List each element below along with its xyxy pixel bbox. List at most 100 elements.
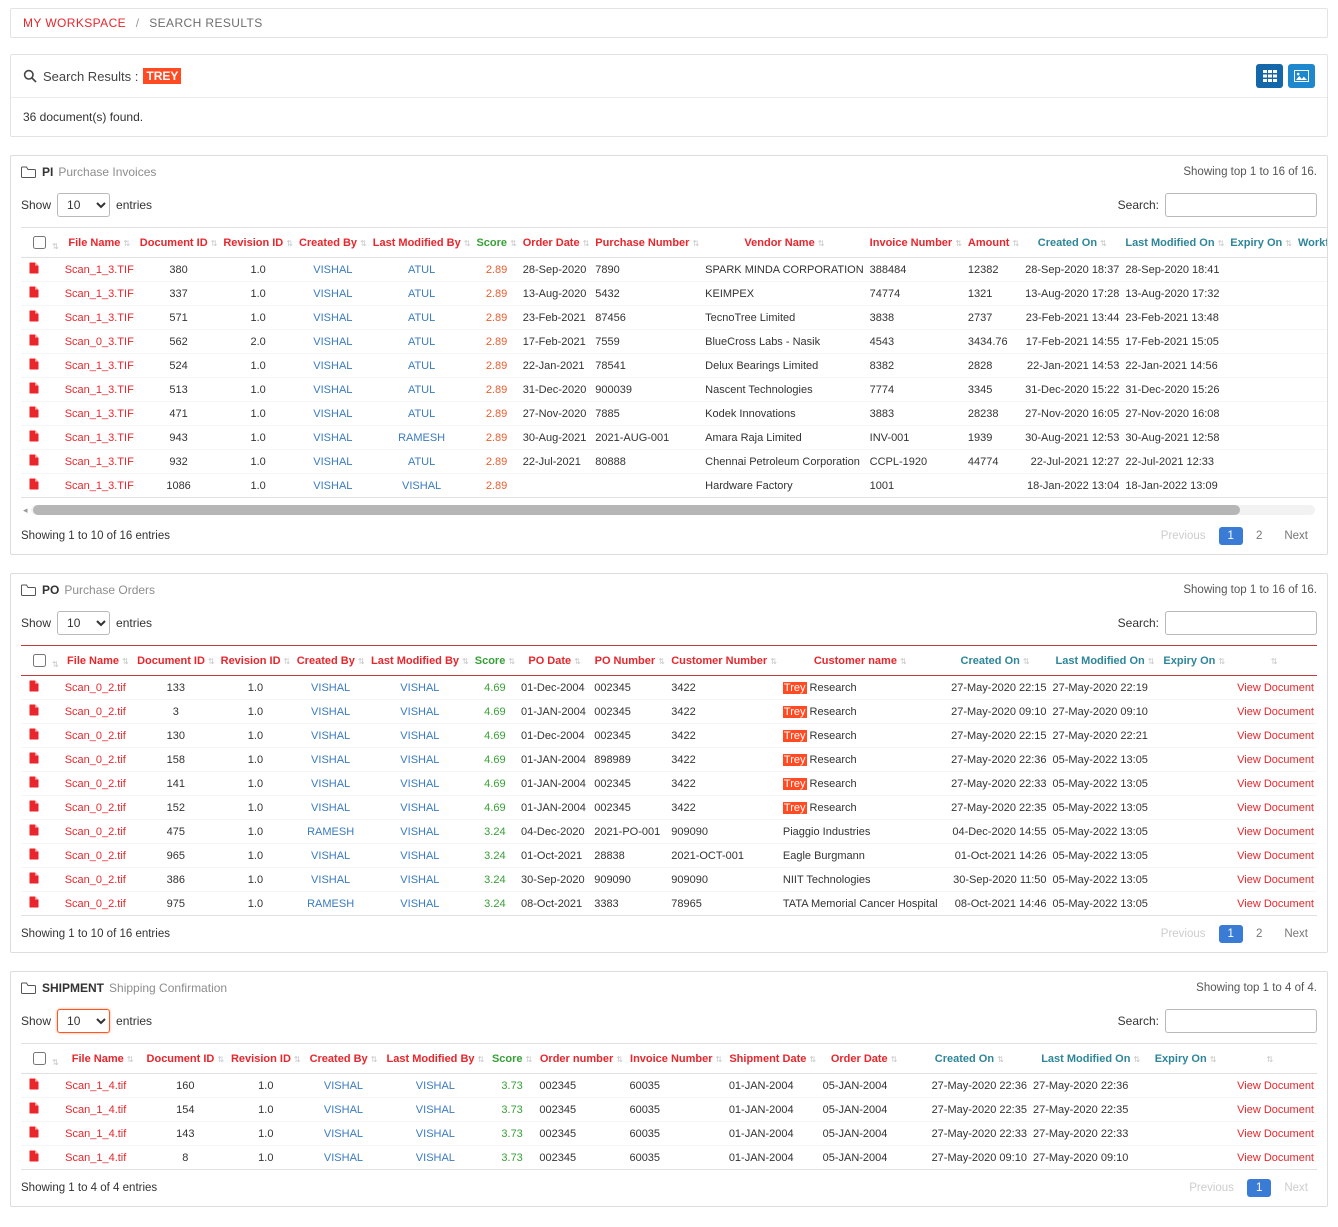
pagination-page-1[interactable]: 1 <box>1247 1179 1271 1197</box>
document-icon-cell[interactable] <box>21 426 62 450</box>
column-header[interactable]: Expiry On⇅ <box>1160 646 1228 676</box>
column-header[interactable]: ⇅ <box>1220 1044 1317 1074</box>
scrollbar-track[interactable] <box>31 505 1315 515</box>
column-header[interactable]: Workflow Stat⇅ <box>1295 228 1327 258</box>
file-name-link[interactable]: Scan_1_3.TIF <box>62 474 137 498</box>
file-name-link[interactable]: Scan_0_2.tif <box>62 868 134 892</box>
view-document-link[interactable]: View Document <box>1220 1122 1317 1146</box>
view-document-link[interactable]: View Document <box>1228 700 1317 724</box>
file-name-link[interactable]: Scan_1_4.tif <box>62 1098 143 1122</box>
file-name-link[interactable]: Scan_1_4.tif <box>62 1146 143 1170</box>
document-icon-cell[interactable] <box>21 306 62 330</box>
file-name-link[interactable]: Scan_0_2.tif <box>62 892 134 916</box>
document-icon-cell[interactable] <box>21 474 62 498</box>
file-name-link[interactable]: Scan_0_2.tif <box>62 724 134 748</box>
column-header[interactable]: Shipment Date⇅ <box>726 1044 820 1074</box>
column-header[interactable]: Last Modified By⇅ <box>368 646 472 676</box>
column-header[interactable]: File Name⇅ <box>62 646 134 676</box>
view-document-link[interactable]: View Document <box>1228 844 1317 868</box>
pagination-page-1[interactable]: 1 <box>1219 527 1243 545</box>
breadcrumb-workspace-link[interactable]: MY WORKSPACE <box>23 16 126 30</box>
document-icon-cell[interactable] <box>21 450 62 474</box>
document-icon-cell[interactable] <box>21 1122 62 1146</box>
select-all-checkbox[interactable] <box>33 236 46 249</box>
column-header[interactable]: File Name⇅ <box>62 1044 143 1074</box>
file-name-link[interactable]: Scan_0_2.tif <box>62 844 134 868</box>
document-icon-cell[interactable] <box>21 1098 62 1122</box>
file-name-link[interactable]: Scan_1_3.TIF <box>62 282 137 306</box>
table-search-input[interactable] <box>1165 611 1317 635</box>
file-name-link[interactable]: Scan_1_4.tif <box>62 1074 143 1098</box>
column-header[interactable]: Last Modified On⇅ <box>1122 228 1227 258</box>
document-icon-cell[interactable] <box>21 1074 62 1098</box>
file-name-link[interactable]: Scan_0_2.tif <box>62 772 134 796</box>
column-header[interactable]: Created On⇅ <box>909 1044 1030 1074</box>
column-header[interactable]: Last Modified By⇅ <box>370 228 474 258</box>
column-header[interactable]: Expiry On⇅ <box>1227 228 1295 258</box>
column-header[interactable]: Order number⇅ <box>536 1044 626 1074</box>
file-name-link[interactable]: Scan_0_2.tif <box>62 748 134 772</box>
table-search-input[interactable] <box>1165 193 1317 217</box>
file-name-link[interactable]: Scan_0_2.tif <box>62 796 134 820</box>
file-name-link[interactable]: Scan_1_3.TIF <box>62 450 137 474</box>
document-icon-cell[interactable] <box>21 748 62 772</box>
column-header[interactable]: Created By⇅ <box>293 646 368 676</box>
file-name-link[interactable]: Scan_1_3.TIF <box>62 426 137 450</box>
view-document-link[interactable]: View Document <box>1228 724 1317 748</box>
page-size-select[interactable]: 10 <box>57 1009 110 1033</box>
column-header[interactable]: Expiry On⇅ <box>1151 1044 1219 1074</box>
page-size-select[interactable]: 10 <box>57 611 110 635</box>
column-header[interactable]: Last Modified By⇅ <box>383 1044 488 1074</box>
scroll-left-arrow-icon[interactable]: ◂ <box>23 505 28 516</box>
column-header[interactable]: Invoice Number⇅ <box>867 228 965 258</box>
image-view-button[interactable] <box>1288 64 1315 88</box>
document-icon-cell[interactable] <box>21 796 62 820</box>
document-icon-cell[interactable] <box>21 676 62 700</box>
column-header[interactable]: Revision ID⇅ <box>228 1044 304 1074</box>
horizontal-scrollbar[interactable]: ◂ <box>23 504 1315 516</box>
pagination-previous[interactable]: Previous <box>1180 1179 1243 1197</box>
column-header[interactable]: Last Modified On⇅ <box>1030 1044 1151 1074</box>
column-header[interactable]: Created On⇅ <box>941 646 1050 676</box>
select-all-checkbox[interactable] <box>33 654 46 667</box>
file-name-link[interactable]: Scan_0_2.tif <box>62 676 134 700</box>
view-document-link[interactable]: View Document <box>1228 748 1317 772</box>
pagination-page-1[interactable]: 1 <box>1219 925 1243 943</box>
file-name-link[interactable]: Scan_1_3.TIF <box>62 378 137 402</box>
document-icon-cell[interactable] <box>21 724 62 748</box>
view-document-link[interactable]: View Document <box>1228 868 1317 892</box>
pagination-next[interactable]: Next <box>1275 925 1317 943</box>
pagination-previous[interactable]: Previous <box>1152 925 1215 943</box>
view-document-link[interactable]: View Document <box>1228 820 1317 844</box>
document-icon-cell[interactable] <box>21 354 62 378</box>
column-header[interactable]: Revision ID⇅ <box>220 228 296 258</box>
column-header[interactable]: Vendor Name⇅ <box>702 228 867 258</box>
pagination-page-2[interactable]: 2 <box>1247 925 1271 943</box>
table-search-input[interactable] <box>1165 1009 1317 1033</box>
file-name-link[interactable]: Scan_1_3.TIF <box>62 402 137 426</box>
table-view-button[interactable] <box>1256 64 1283 88</box>
column-header[interactable]: Score⇅ <box>488 1044 537 1074</box>
document-icon-cell[interactable] <box>21 868 62 892</box>
document-icon-cell[interactable] <box>21 820 62 844</box>
column-header[interactable]: Last Modified On⇅ <box>1050 646 1161 676</box>
pagination-next[interactable]: Next <box>1275 527 1317 545</box>
file-name-link[interactable]: Scan_0_3.TIF <box>62 330 137 354</box>
column-header[interactable]: File Name⇅ <box>62 228 137 258</box>
file-name-link[interactable]: Scan_1_3.TIF <box>62 258 137 282</box>
file-name-link[interactable]: Scan_1_3.TIF <box>62 306 137 330</box>
pagination-previous[interactable]: Previous <box>1152 527 1215 545</box>
document-icon-cell[interactable] <box>21 844 62 868</box>
file-name-link[interactable]: Scan_0_2.tif <box>62 700 134 724</box>
view-document-link[interactable]: View Document <box>1228 892 1317 916</box>
document-icon-cell[interactable] <box>21 378 62 402</box>
column-header[interactable]: PO Date⇅ <box>518 646 591 676</box>
column-header[interactable]: Created On⇅ <box>1022 228 1122 258</box>
column-header[interactable]: Order Date⇅ <box>520 228 593 258</box>
column-header[interactable]: Purchase Number⇅ <box>592 228 702 258</box>
file-name-link[interactable]: Scan_1_4.tif <box>62 1122 143 1146</box>
view-document-link[interactable]: View Document <box>1228 676 1317 700</box>
document-icon-cell[interactable] <box>21 892 62 916</box>
column-header[interactable]: Document ID⇅ <box>134 646 218 676</box>
column-header[interactable]: Document ID⇅ <box>137 228 221 258</box>
